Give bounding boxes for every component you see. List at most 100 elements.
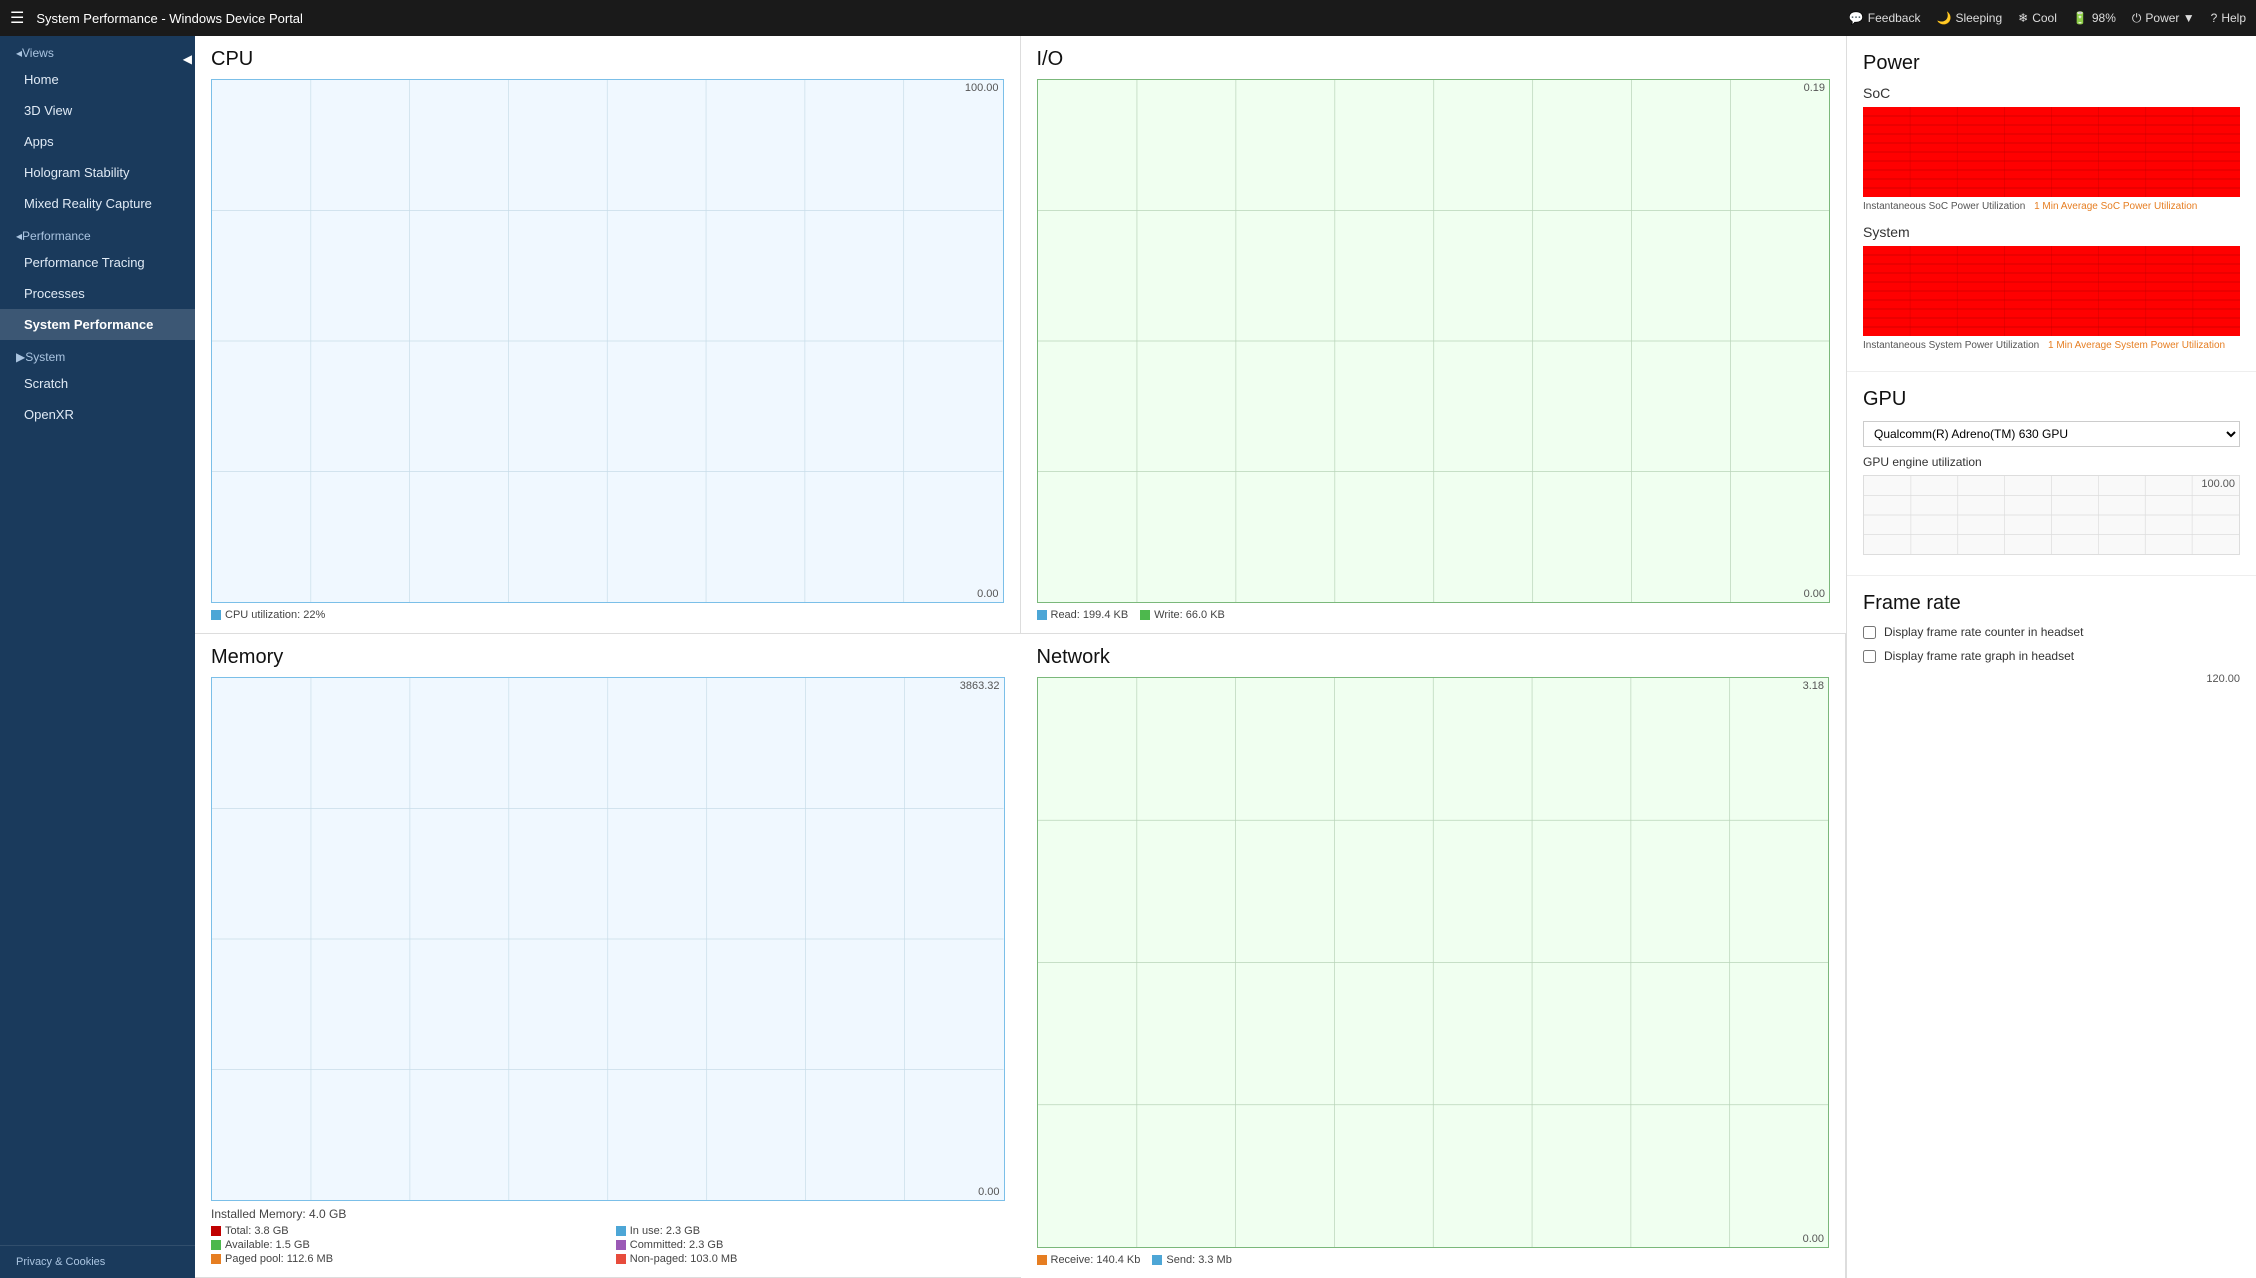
sidebar-collapse-button[interactable]: ◀ [179, 46, 195, 72]
framerate-option1-row: Display frame rate counter in headset [1863, 625, 2240, 639]
memory-info: Installed Memory: 4.0 GB Total: 3.8 GB I… [211, 1207, 1005, 1265]
right-panel: Power SoC [1846, 36, 2256, 1278]
cpu-legend-text: CPU utilization: 22% [225, 609, 325, 621]
cool-icon: ❄ [2018, 11, 2028, 25]
feedback-label: Feedback [1868, 11, 1921, 25]
io-legend: Read: 199.4 KB Write: 66.0 KB [1037, 609, 1831, 621]
memory-nonpaged-legend: Non-paged: 103.0 MB [616, 1253, 1005, 1265]
main-layout: ◀ ◂Views Home 3D View Apps Hologram Stab… [0, 36, 2256, 1278]
cpu-chart-area: 100.00 0.00 [211, 79, 1004, 603]
gpu-chart-svg [1864, 476, 2239, 554]
help-button[interactable]: ? Help [2211, 11, 2246, 25]
sidebar-item-3dview[interactable]: 3D View [0, 95, 195, 126]
sidebar-item-openxr[interactable]: OpenXR [0, 399, 195, 430]
io-read-legend: Read: 199.4 KB [1037, 609, 1129, 621]
sidebar-item-scratch[interactable]: Scratch [0, 368, 195, 399]
soc-power-chart [1863, 107, 2240, 197]
help-label: Help [2221, 11, 2246, 25]
sleeping-button[interactable]: 🌙 Sleeping [1936, 11, 2002, 25]
memory-committed-text: Committed: 2.3 GB [630, 1239, 724, 1251]
sidebar-item-home[interactable]: Home [0, 64, 195, 95]
memory-total-text: Total: 3.8 GB [225, 1225, 289, 1237]
titlebar-actions: 💬 Feedback 🌙 Sleeping ❄ Cool 🔋 98% ⏻ Pow… [1849, 11, 2246, 26]
main-content: CPU 100.00 [195, 36, 1846, 1278]
power-icon: ⏻ [2132, 11, 2142, 26]
framerate-option1-checkbox[interactable] [1863, 626, 1876, 639]
network-panel: Network 3.18 0.00 [1021, 634, 1847, 1278]
network-title: Network [1037, 646, 1830, 669]
sidebar-item-mixed-reality[interactable]: Mixed Reality Capture [0, 188, 195, 219]
system-power-chart [1863, 246, 2240, 336]
sidebar-performance-header[interactable]: ◂Performance [0, 219, 195, 247]
feedback-button[interactable]: 💬 Feedback [1849, 11, 1921, 25]
gpu-engine-label: GPU engine utilization [1863, 455, 2240, 469]
gpu-chart-max: 100.00 [2201, 478, 2235, 490]
sidebar-views-header[interactable]: ◂Views [0, 36, 195, 64]
system-power-title: System [1863, 224, 2240, 240]
framerate-title: Frame rate [1863, 592, 2240, 615]
memory-total-legend: Total: 3.8 GB [211, 1225, 600, 1237]
cool-button[interactable]: ❄ Cool [2018, 11, 2057, 25]
titlebar: ☰ System Performance - Windows Device Po… [0, 0, 2256, 36]
sys-avg-label: 1 Min Average System Power Utilization [2048, 340, 2225, 351]
io-write-legend: Write: 66.0 KB [1140, 609, 1225, 621]
memory-chart-area: 3863.32 0.00 [211, 677, 1005, 1201]
cpu-grid-svg [212, 80, 1003, 602]
sidebar-item-apps[interactable]: Apps [0, 126, 195, 157]
framerate-max-label: 120.00 [1863, 673, 2240, 685]
network-send-text: Send: 3.3 Mb [1166, 1254, 1231, 1266]
memory-paged-legend: Paged pool: 112.6 MB [211, 1253, 600, 1265]
sleeping-label: Sleeping [1955, 11, 2002, 25]
sidebar-footer-privacy[interactable]: Privacy & Cookies [0, 1245, 195, 1278]
io-min-label: 0.00 [1804, 588, 1825, 600]
memory-installed: Installed Memory: 4.0 GB [211, 1207, 1005, 1221]
system-chart-svg [1863, 246, 2240, 336]
sidebar-item-processes[interactable]: Processes [0, 278, 195, 309]
sidebar-item-system-performance[interactable]: System Performance [0, 309, 195, 340]
sidebar-system-header[interactable]: ▶System [0, 340, 195, 368]
network-legend: Receive: 140.4 Kb Send: 3.3 Mb [1037, 1254, 1830, 1266]
power-button[interactable]: ⏻ Power ▼ [2132, 11, 2195, 26]
network-send-color [1152, 1255, 1162, 1265]
io-grid-svg [1038, 80, 1830, 602]
soc-instant-label: Instantaneous SoC Power Utilization [1863, 201, 2025, 212]
memory-avail-legend: Available: 1.5 GB [211, 1239, 600, 1251]
memory-inuse-text: In use: 2.3 GB [630, 1225, 700, 1237]
memory-paged-color [211, 1254, 221, 1264]
battery-icon: 🔋 [2073, 11, 2088, 25]
memory-inuse-legend: In use: 2.3 GB [616, 1225, 1005, 1237]
memory-legend-grid: Total: 3.8 GB In use: 2.3 GB Available: … [211, 1225, 1005, 1265]
memory-committed-legend: Committed: 2.3 GB [616, 1239, 1005, 1251]
power-section: Power SoC [1847, 36, 2256, 372]
gpu-section: GPU Qualcomm(R) Adreno(TM) 630 GPU GPU e… [1847, 372, 2256, 576]
cpu-panel: CPU 100.00 [195, 36, 1021, 634]
memory-avail-color [211, 1240, 221, 1250]
memory-paged-text: Paged pool: 112.6 MB [225, 1253, 333, 1265]
network-min-label: 0.00 [1803, 1233, 1824, 1245]
io-write-color [1140, 610, 1150, 620]
network-receive-text: Receive: 140.4 Kb [1051, 1254, 1141, 1266]
sidebar-item-perf-tracing[interactable]: Performance Tracing [0, 247, 195, 278]
battery-label: 98% [2092, 11, 2116, 25]
titlebar-title: System Performance - Windows Device Port… [36, 11, 1848, 26]
battery-button: 🔋 98% [2073, 11, 2116, 25]
power-section-title: Power [1863, 52, 2240, 75]
memory-committed-color [616, 1240, 626, 1250]
framerate-option1-label[interactable]: Display frame rate counter in headset [1884, 625, 2083, 639]
framerate-option2-label[interactable]: Display frame rate graph in headset [1884, 649, 2074, 663]
memory-panel: Memory 3863.32 0.00 [195, 634, 1021, 1278]
hamburger-menu-icon[interactable]: ☰ [10, 8, 24, 28]
cool-label: Cool [2032, 11, 2057, 25]
io-write-text: Write: 66.0 KB [1154, 609, 1225, 621]
charts-grid: CPU 100.00 [195, 36, 1846, 1278]
io-panel: I/O 0.19 0.00 [1021, 36, 1847, 634]
framerate-option2-row: Display frame rate graph in headset [1863, 649, 2240, 663]
framerate-option2-checkbox[interactable] [1863, 650, 1876, 663]
io-title: I/O [1037, 48, 1831, 71]
sleeping-icon: 🌙 [1936, 11, 1951, 25]
sidebar-item-hologram[interactable]: Hologram Stability [0, 157, 195, 188]
gpu-select[interactable]: Qualcomm(R) Adreno(TM) 630 GPU [1863, 421, 2240, 447]
memory-title: Memory [211, 646, 1005, 669]
cpu-legend-color [211, 610, 221, 620]
sys-instant-label: Instantaneous System Power Utilization [1863, 340, 2039, 351]
